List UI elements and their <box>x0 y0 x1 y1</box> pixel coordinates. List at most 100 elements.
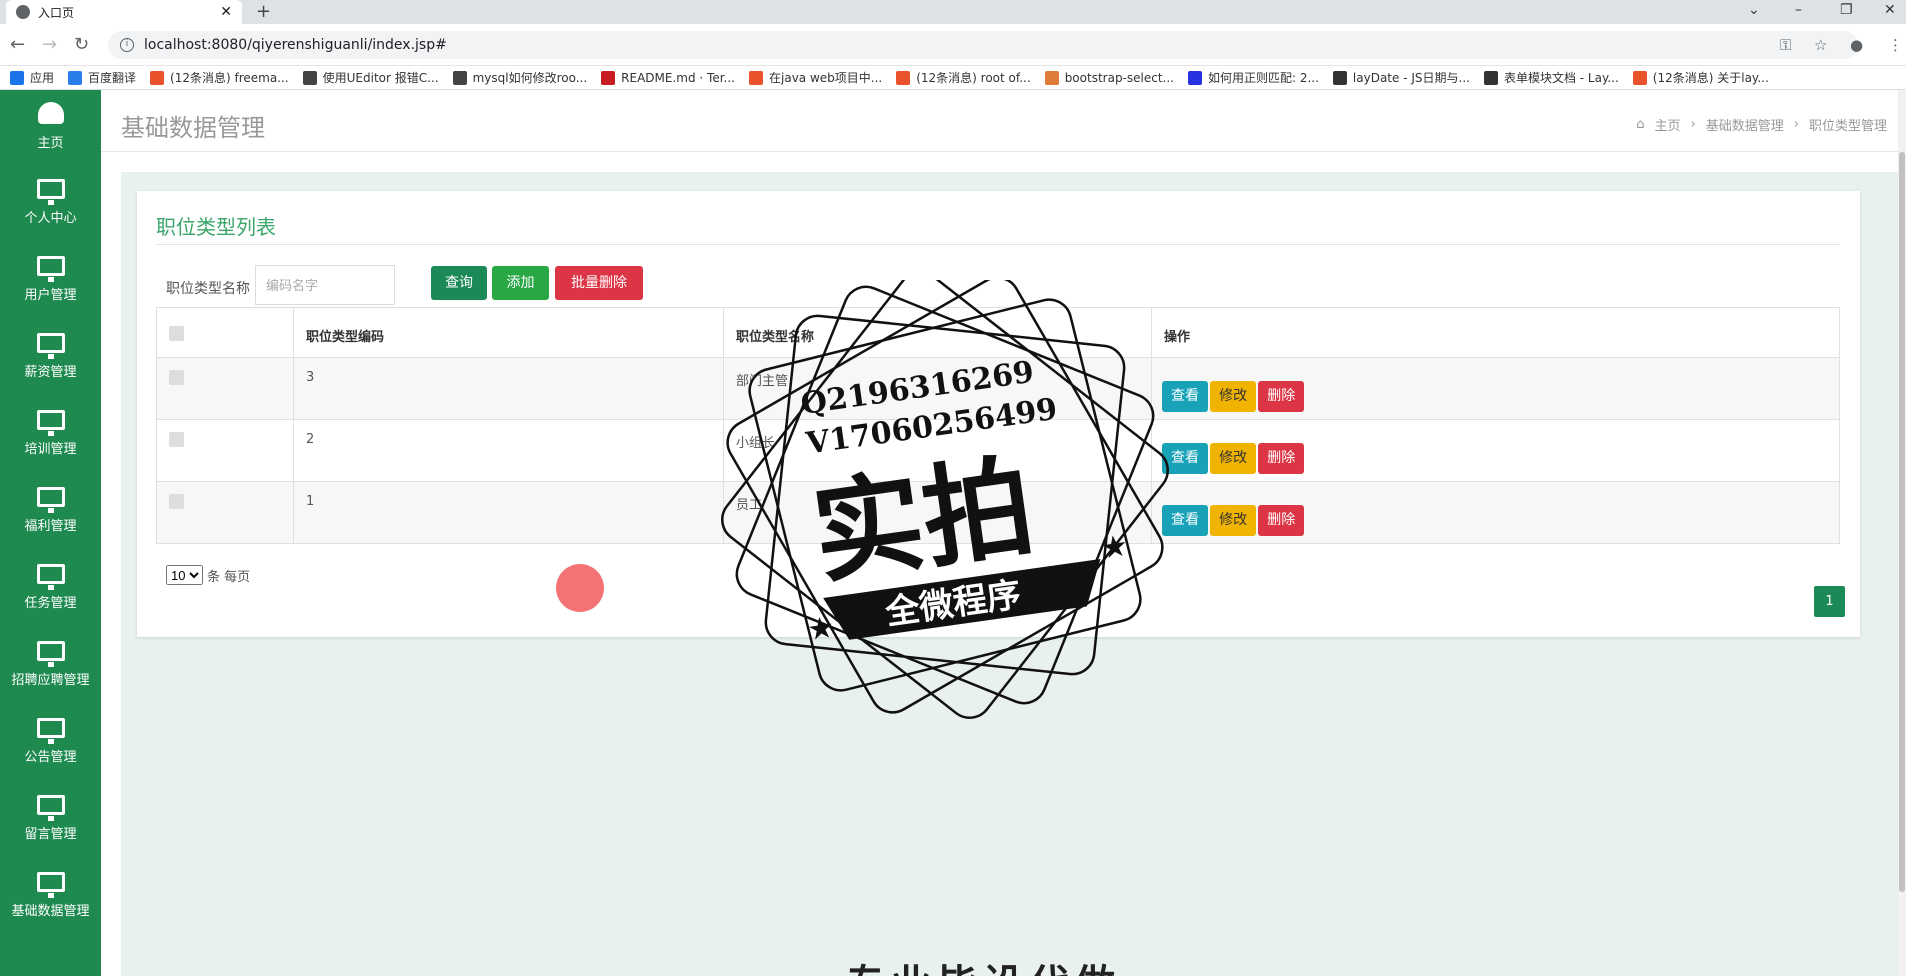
bookmark-label: 表单模块文档 - Lay... <box>1503 71 1619 85</box>
edit-button[interactable]: 修改 <box>1210 443 1257 474</box>
sidebar-item[interactable]: 主页 <box>0 90 101 167</box>
bookmark-label: (12条消息) 关于lay... <box>1652 71 1769 85</box>
star-icon: ★ <box>1099 528 1131 566</box>
bookmark-favicon-icon <box>1483 70 1498 85</box>
page-size-suffix: 条 每页 <box>207 569 251 585</box>
bookmark-favicon-icon <box>10 70 24 85</box>
restore-icon[interactable]: ❐ <box>1840 2 1853 18</box>
page-size-select[interactable]: 10 <box>166 565 203 585</box>
info-icon[interactable]: i <box>120 38 134 52</box>
breadcrumb-current: 职位类型管理 <box>1808 119 1887 134</box>
sidebar-item[interactable]: 培训管理 <box>0 398 101 475</box>
window-close-icon[interactable]: ✕ <box>1884 2 1896 18</box>
star-icon[interactable]: ☆ <box>1814 36 1827 54</box>
bookmark-label: 百度翻译 <box>88 71 137 85</box>
add-button[interactable]: 添加 <box>492 266 549 300</box>
bookmark-item[interactable]: (12条消息) 关于lay... <box>1632 69 1769 86</box>
sidebar-item-label: 留言管理 <box>24 827 77 842</box>
bookmark-label: layDate - JS日期与... <box>1352 71 1470 85</box>
profile-dropdown-icon[interactable]: ⌄ <box>1748 2 1760 18</box>
sidebar-item-label: 招聘应聘管理 <box>11 673 90 688</box>
reload-icon[interactable]: ↻ <box>74 34 89 55</box>
bookmark-favicon-icon <box>1632 70 1647 85</box>
bookmark-label: README.md · Ter... <box>621 70 735 85</box>
monitor-icon <box>36 718 65 744</box>
browser-tab[interactable]: 入口页 ✕ <box>6 0 242 24</box>
row-select-cell <box>156 419 294 482</box>
cell-code: 2 <box>293 419 724 482</box>
sidebar-item[interactable]: 任务管理 <box>0 552 101 629</box>
sidebar-item[interactable]: 用户管理 <box>0 244 101 321</box>
sidebar-item[interactable]: 个人中心 <box>0 167 101 244</box>
page-1-button[interactable]: 1 <box>1814 586 1845 617</box>
bookmark-favicon-icon <box>1044 70 1059 85</box>
forward-icon[interactable]: → <box>42 34 57 55</box>
sidebar-item[interactable]: 招聘应聘管理 <box>0 629 101 706</box>
page-header: 基础数据管理 ⌂ 主页 › 基础数据管理 › 职位类型管理 <box>101 90 1899 152</box>
bookmark-item[interactable]: layDate - JS日期与... <box>1332 69 1470 86</box>
sidebar-item-label: 基础数据管理 <box>11 904 90 919</box>
sidebar-item[interactable]: 基础数据管理 <box>0 860 101 937</box>
bookmark-item[interactable]: mysql如何修改roo... <box>452 69 587 86</box>
tab-title: 入口页 <box>38 5 75 20</box>
delete-button[interactable]: 删除 <box>1258 505 1305 536</box>
card-title: 职位类型列表 <box>156 215 276 239</box>
monitor-icon <box>36 641 65 667</box>
bookmark-item[interactable]: 表单模块文档 - Lay... <box>1483 69 1619 86</box>
menu-icon[interactable]: ⋮ <box>1888 36 1903 54</box>
sidebar-item[interactable]: 公告管理 <box>0 706 101 783</box>
row-checkbox[interactable] <box>169 432 184 447</box>
bookmark-favicon-icon <box>896 70 911 85</box>
account-icon[interactable]: ● <box>1850 36 1863 54</box>
monitor-icon <box>36 487 65 513</box>
bookmark-favicon-icon <box>1187 70 1202 85</box>
edit-button[interactable]: 修改 <box>1210 505 1257 536</box>
bookmark-item[interactable]: (12条消息) freema... <box>150 69 289 86</box>
scrollbar-thumb[interactable] <box>1899 152 1905 892</box>
row-checkbox[interactable] <box>169 370 184 385</box>
bookmark-item[interactable]: 在java web项目中... <box>749 69 882 86</box>
edit-button[interactable]: 修改 <box>1210 381 1257 412</box>
row-checkbox[interactable] <box>169 494 184 509</box>
select-all-checkbox[interactable] <box>169 326 184 341</box>
new-tab-icon[interactable]: + <box>256 1 271 22</box>
row-select-cell <box>156 481 294 544</box>
globe-icon <box>16 5 30 19</box>
back-icon[interactable]: ← <box>10 34 25 55</box>
close-tab-icon[interactable]: ✕ <box>220 4 232 20</box>
bookmark-item[interactable]: (12条消息) root of... <box>896 69 1031 86</box>
bookmark-item[interactable]: bootstrap-select... <box>1044 70 1174 85</box>
monitor-icon <box>36 564 65 590</box>
breadcrumb: ⌂ 主页 › 基础数据管理 › 职位类型管理 <box>1636 115 1887 134</box>
bookmark-label: 如何用正则匹配: 2... <box>1207 71 1319 85</box>
key-icon[interactable]: ⚿ <box>1780 36 1791 54</box>
query-button[interactable]: 查询 <box>431 266 487 300</box>
header-actions: 操作 <box>1151 307 1840 358</box>
cursor-highlight <box>556 564 604 612</box>
sidebar-item-label: 公告管理 <box>24 750 77 765</box>
page-scrollbar[interactable] <box>1898 90 1906 976</box>
search-input[interactable] <box>255 265 395 305</box>
sidebar-item[interactable]: 留言管理 <box>0 783 101 860</box>
monitor-icon <box>36 179 65 205</box>
home-icon: ⌂ <box>1636 117 1645 132</box>
breadcrumb-home[interactable]: 主页 <box>1655 115 1681 134</box>
delete-button[interactable]: 删除 <box>1258 381 1305 412</box>
bookmark-item[interactable]: 如何用正则匹配: 2... <box>1187 69 1319 86</box>
sidebar-item[interactable]: 薪资管理 <box>0 321 101 398</box>
bookmark-item[interactable]: README.md · Ter... <box>601 70 735 85</box>
bookmark-item[interactable]: 百度翻译 <box>68 69 136 86</box>
delete-button[interactable]: 删除 <box>1258 443 1305 474</box>
bookmark-favicon-icon <box>749 70 763 85</box>
breadcrumb-section[interactable]: 基础数据管理 <box>1706 115 1784 134</box>
row-select-cell <box>156 357 294 420</box>
sidebar-item[interactable]: 福利管理 <box>0 475 101 552</box>
minimize-icon[interactable]: – <box>1795 2 1802 18</box>
bookmark-apps[interactable]: 应用 <box>10 69 54 86</box>
url-omnibox[interactable]: i localhost:8080/qiyerenshiguanli/index.… <box>108 31 1858 59</box>
bookmark-item[interactable]: 使用UEditor 报错C... <box>302 69 439 86</box>
batch-delete-button[interactable]: 批量删除 <box>555 266 643 300</box>
bookmark-label: 使用UEditor 报错C... <box>322 71 439 85</box>
bookmark-label: (12条消息) root of... <box>916 71 1031 85</box>
bookmark-favicon-icon <box>68 70 83 85</box>
